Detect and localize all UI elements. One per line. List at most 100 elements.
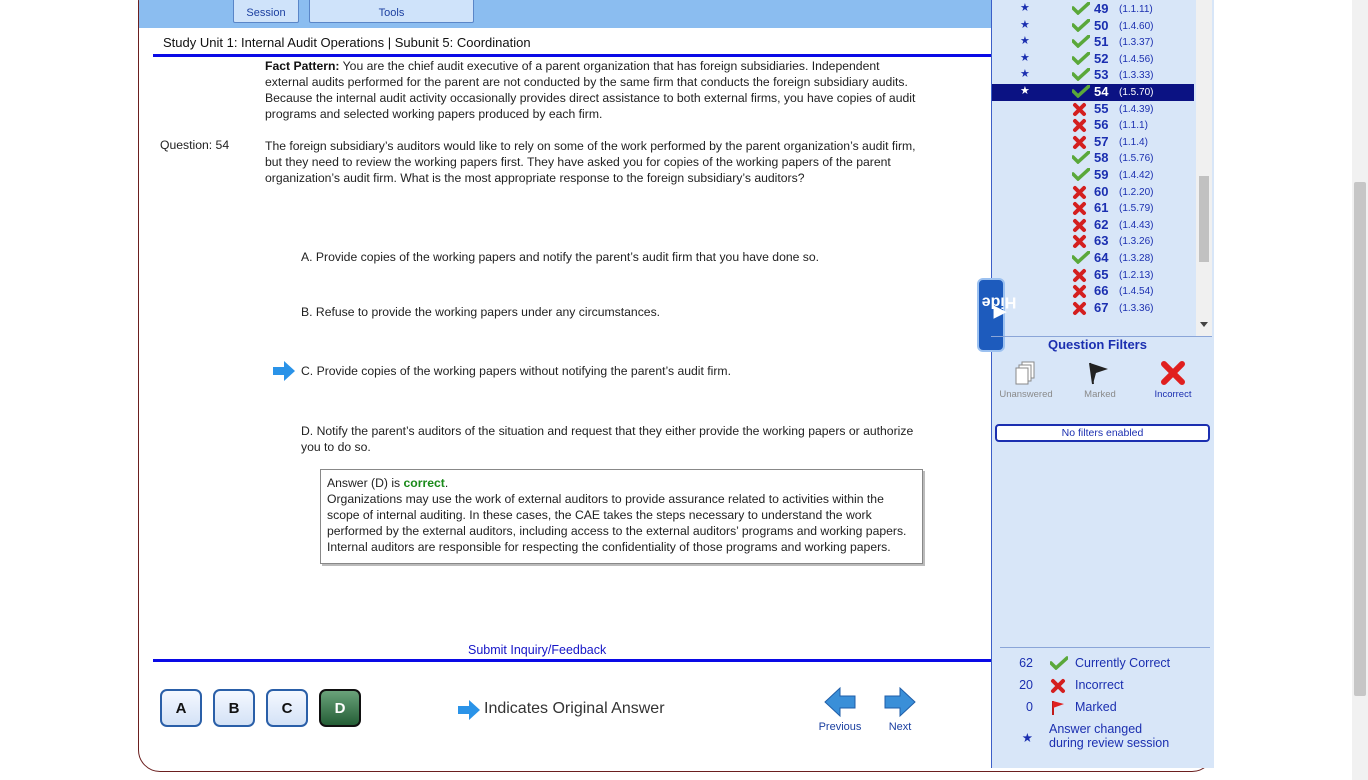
question-list-ref: (1.3.36) [1119,302,1154,314]
choice-b-letter: B. [301,305,313,319]
question-list-item[interactable]: ★ 49 (1.1.11) [992,1,1194,18]
question-list-item[interactable]: 60 (1.2.20) [992,184,1194,201]
answer-button-d[interactable]: D [319,689,361,727]
question-list-item[interactable]: 64 (1.3.28) [992,250,1194,267]
filter-status: No filters enabled [995,424,1210,442]
question-list-number: 57 [1094,133,1109,149]
question-list-number: 50 [1094,17,1109,33]
window-scroll-thumb[interactable] [1354,182,1366,696]
filter-incorrect[interactable]: Incorrect [1143,360,1203,400]
question-list-item[interactable]: 58 (1.5.76) [992,150,1194,167]
question-list-number: 60 [1094,183,1109,199]
question-list-ref: (1.1.11) [1119,4,1153,15]
question-list-number: 53 [1094,67,1109,83]
previous-button[interactable]: Previous [816,686,864,733]
question-list-ref: (1.1.4) [1119,136,1148,148]
fact-pattern: Fact Pattern: You are the chief audit ex… [265,58,925,122]
question-list-scrollbar[interactable] [1196,0,1212,336]
fact-pattern-label: Fact Pattern: [265,59,340,73]
question-number: Question: 54 [160,138,230,152]
scroll-down-icon[interactable] [1200,322,1208,328]
choice-d[interactable]: D. Notify the parent’s auditors of the s… [301,423,921,455]
check-icon [1071,150,1091,167]
question-list-item[interactable]: 65 (1.2.13) [992,267,1194,284]
question-list-number: 62 [1094,216,1109,232]
question-list-ref: (1.5.79) [1119,203,1154,215]
question-list-number: 65 [1094,266,1109,282]
answer-status: correct [403,476,445,490]
question-list-ref: (1.5.76) [1119,153,1154,165]
hide-panel-tab[interactable]: ◀ Hide [977,278,1016,352]
next-button[interactable]: Next [878,686,922,733]
changed-label-line1: Answer changed [1049,722,1143,736]
question-list-item[interactable]: 55 (1.4.39) [992,101,1194,118]
choice-a[interactable]: A. Provide copies of the working papers … [301,249,921,265]
question-list-number: 67 [1094,299,1109,315]
answer-button-b[interactable]: B [213,689,255,727]
session-button[interactable]: Session [233,0,299,23]
choice-c-letter: C. [301,364,314,378]
incorrect-label: Incorrect [1075,678,1124,692]
breadcrumb: Study Unit 1: Internal Audit Operations … [163,35,531,50]
hide-label: Hide [981,293,1017,311]
question-list-item[interactable]: ★ 54 (1.5.70) [992,84,1194,101]
question-list-number: 54 [1094,84,1109,99]
question-list-item[interactable]: 63 (1.3.26) [992,233,1194,250]
question-list-ref: (1.2.20) [1119,186,1154,198]
window-scrollbar[interactable] [1352,0,1368,780]
question-list-scroll-thumb[interactable] [1199,176,1209,262]
star-icon: ★ [1021,731,1033,745]
question-list-number: 66 [1094,283,1109,299]
previous-arrow-icon [824,686,856,718]
filter-marked[interactable]: Marked [1070,360,1130,400]
previous-label: Previous [818,721,862,733]
choice-a-text: Provide copies of the working papers and… [315,250,820,264]
filter-unanswered[interactable]: Unanswered [996,360,1056,400]
choice-c[interactable]: C. Provide copies of the working papers … [301,363,921,379]
x-icon [1050,678,1066,697]
session-label: Session [246,7,286,19]
choice-d-letter: D. [301,424,314,438]
stats-divider [1000,647,1210,648]
top-toolbar: Session Tools [139,0,991,28]
question-list-item[interactable]: 59 (1.4.42) [992,167,1194,184]
question-list-number: 61 [1094,200,1109,216]
question-list-item[interactable]: ★ 50 (1.4.60) [992,18,1194,35]
question-text: The foreign subsidiary’s auditors would … [265,139,916,185]
question-list-ref: (1.3.33) [1119,70,1154,82]
filters-title: Question Filters [1048,337,1147,352]
question-list-ref: (1.2.13) [1119,269,1154,281]
star-icon: ★ [1020,85,1030,97]
question-list-item[interactable]: ★ 53 (1.3.33) [992,67,1194,84]
choice-b[interactable]: B. Refuse to provide the working papers … [301,304,921,320]
question-list-item[interactable]: 56 (1.1.1) [992,117,1194,134]
question-list-item[interactable]: 61 (1.5.79) [992,200,1194,217]
answer-button-c[interactable]: C [266,689,308,727]
check-icon [1071,34,1091,51]
question-list-item[interactable]: 67 (1.3.36) [992,300,1194,316]
fact-pattern-text: You are the chief audit executive of a p… [265,59,916,121]
question-list-ref: (1.4.56) [1119,53,1154,65]
question-list-ref: (1.5.70) [1119,87,1154,98]
answer-button-a[interactable]: A [160,689,202,727]
question-list-ref: (1.4.39) [1119,103,1154,115]
marked-flag-icon [1089,362,1108,385]
question-list-item[interactable]: ★ 51 (1.3.37) [992,34,1194,51]
incorrect-count: 20 [1019,678,1033,692]
tools-button[interactable]: Tools [309,0,474,23]
question-list-item[interactable]: 62 (1.4.43) [992,217,1194,234]
question-list-item[interactable]: ★ 52 (1.4.56) [992,51,1194,68]
choice-a-letter: A. [301,250,313,264]
question-list-number: 58 [1094,150,1109,166]
question-list-item[interactable]: 57 (1.1.4) [992,134,1194,151]
check-icon [1049,656,1069,673]
legend-original-answer: Indicates Original Answer [484,700,665,717]
question-list-ref: (1.3.37) [1119,37,1154,49]
next-arrow-icon [884,686,916,718]
choice-c-text: Provide copies of the working papers wit… [316,364,731,378]
original-answer-arrow-icon [272,360,296,387]
question-list-number: 55 [1094,100,1109,116]
question-list-item[interactable]: 66 (1.4.54) [992,283,1194,300]
question-list-ref: (1.3.26) [1119,236,1154,248]
submit-inquiry-link[interactable]: Submit Inquiry/Feedback [468,643,606,657]
